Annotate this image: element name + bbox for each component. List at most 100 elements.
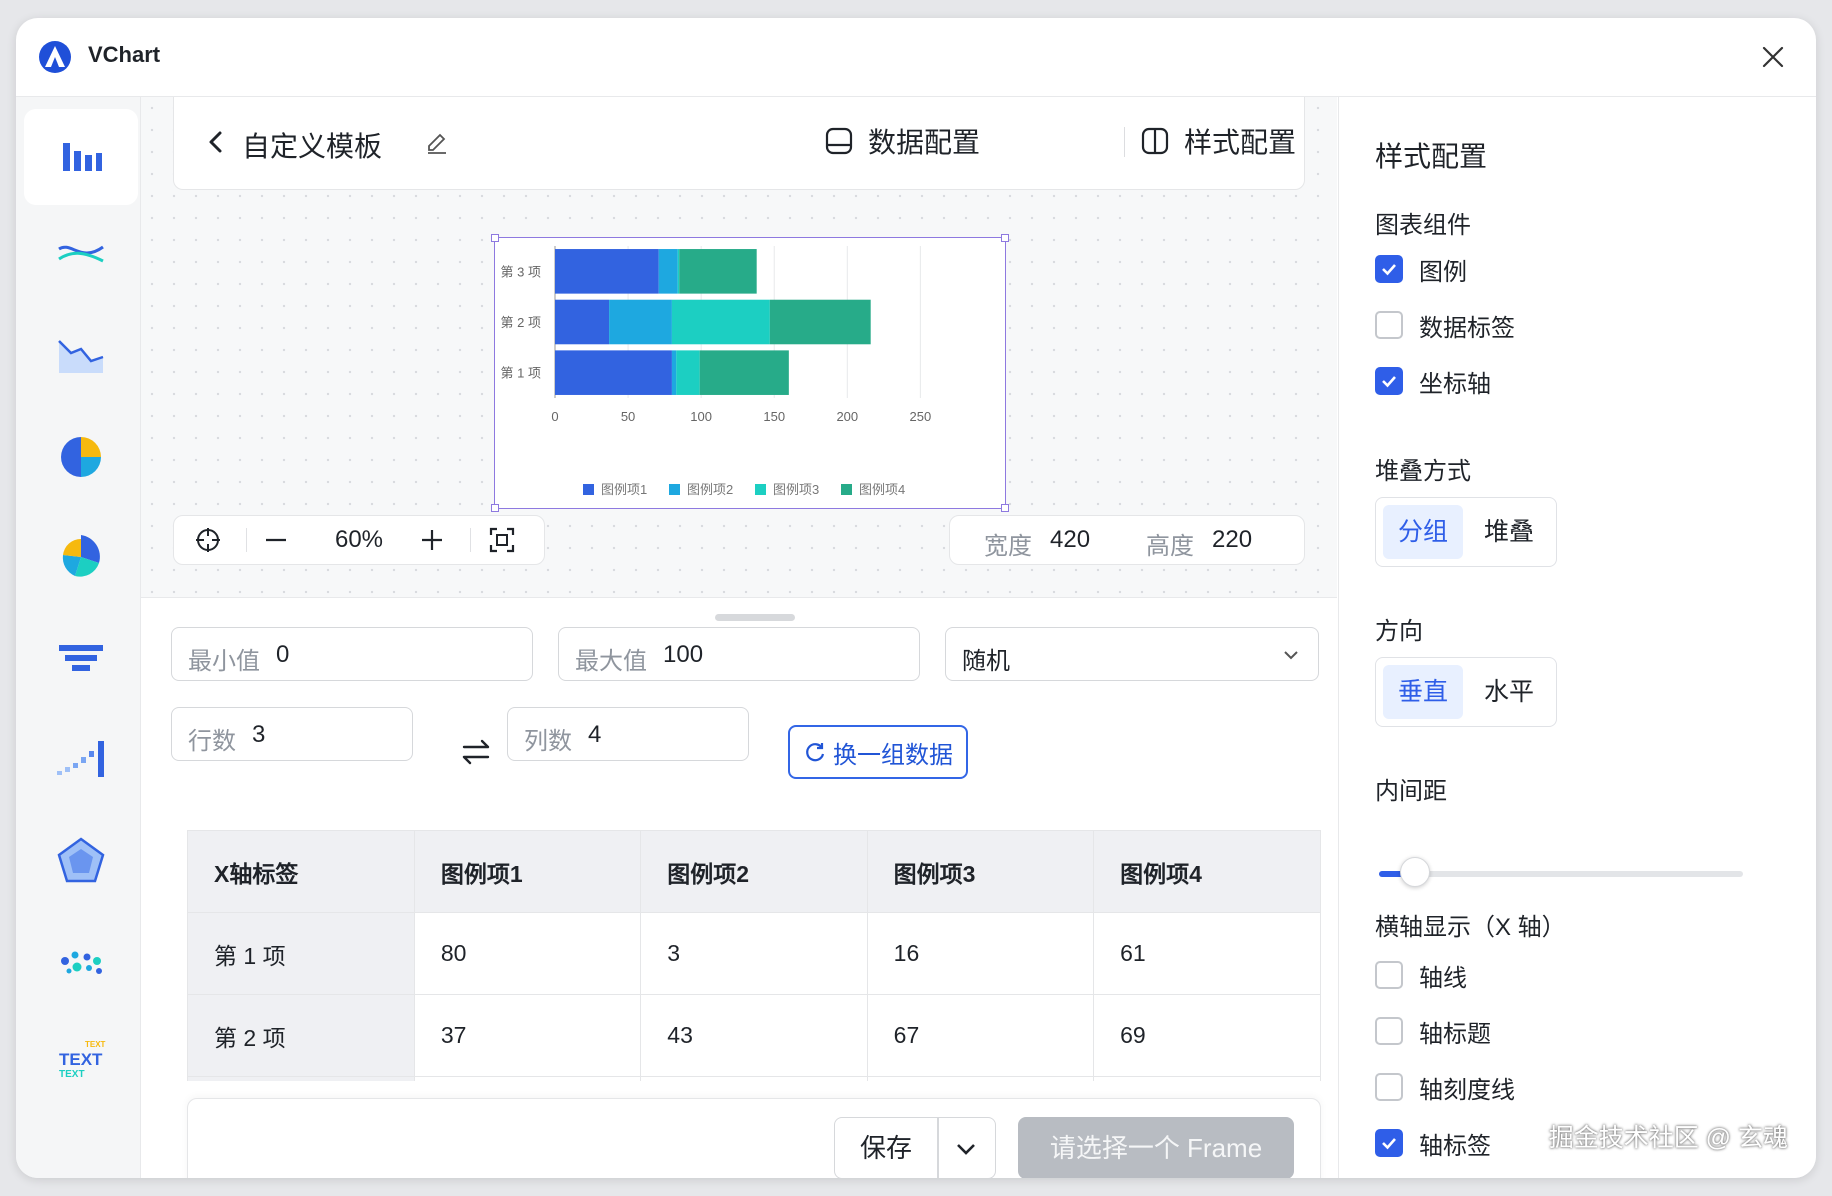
- zoom-out-icon[interactable]: [260, 524, 292, 556]
- sidebar-item-line-chart[interactable]: [24, 207, 138, 303]
- zoom-toolbar: 60%: [173, 515, 545, 565]
- rows-input[interactable]: 行数 3: [171, 707, 413, 761]
- swap-rows-cols-icon[interactable]: [458, 734, 494, 770]
- refresh-data-button[interactable]: 换一组数据: [788, 725, 968, 779]
- stack-option-group[interactable]: 分组: [1383, 505, 1463, 559]
- axis-label-checkbox[interactable]: 轴标签: [1375, 1127, 1491, 1160]
- components-section-title: 图表组件: [1375, 212, 1471, 239]
- bar-segment: [679, 249, 757, 294]
- table-cell[interactable]: 61: [1093, 912, 1320, 995]
- chart-type-sidebar: TEXT TEXT TEXT: [16, 97, 141, 1178]
- table-cell[interactable]: [414, 1076, 642, 1081]
- bar-segment: [677, 249, 680, 294]
- rows-label: 行数: [188, 728, 236, 755]
- save-button[interactable]: 保存: [835, 1118, 937, 1178]
- axis-checkbox[interactable]: 坐标轴: [1375, 365, 1491, 398]
- table-cell[interactable]: [640, 1076, 868, 1081]
- table-cell[interactable]: 80: [414, 912, 642, 995]
- legend-swatch: [755, 484, 766, 495]
- chart-preview-frame[interactable]: 0 50 100 150 200 250 第 1 项 第 2 项 第 3 项图例项1 图例项2 图例…: [491, 234, 1009, 512]
- table-cell[interactable]: [1093, 1076, 1320, 1081]
- style-config-panel: 样式配置 图表组件 图例 数据标签 坐标轴 堆叠方式 分组 堆叠 方向 垂直 水…: [1338, 97, 1816, 1178]
- table-cell[interactable]: [188, 1076, 415, 1081]
- sidebar-item-wordcloud[interactable]: TEXT TEXT TEXT: [24, 1013, 138, 1109]
- close-icon[interactable]: [1756, 40, 1790, 74]
- pie-chart-icon: [61, 437, 101, 477]
- radar-chart-icon: [57, 837, 105, 883]
- cols-input[interactable]: 列数 4: [507, 707, 749, 761]
- style-config-icon: [1141, 127, 1169, 155]
- sidebar-item-bar-chart[interactable]: [24, 109, 138, 205]
- sidebar-item-rose-chart[interactable]: [24, 509, 138, 605]
- zoom-level: 60%: [334, 526, 384, 553]
- zoom-in-icon[interactable]: [416, 524, 448, 556]
- legend-checkbox[interactable]: 图例: [1375, 253, 1467, 286]
- sidebar-item-pie-chart[interactable]: [24, 409, 138, 505]
- bar-segment: [671, 299, 770, 345]
- table-cell[interactable]: 3: [640, 912, 868, 995]
- axis-line-checkbox[interactable]: 轴线: [1375, 959, 1467, 992]
- back-chevron-icon[interactable]: [204, 127, 228, 157]
- legend-swatch: [669, 484, 680, 495]
- funnel-chart-icon: [59, 645, 103, 671]
- table-cell[interactable]: [867, 1076, 1095, 1081]
- checkbox-label: 轴标题: [1419, 1020, 1491, 1048]
- table-cell[interactable]: 69: [1093, 994, 1320, 1077]
- data-config-icon: [825, 127, 853, 155]
- fit-screen-icon[interactable]: [486, 524, 518, 556]
- progress-chart-icon: [57, 741, 104, 777]
- wordcloud-icon: TEXT TEXT TEXT: [59, 1040, 106, 1080]
- width-value[interactable]: 420: [1050, 526, 1090, 554]
- padding-slider[interactable]: [1379, 857, 1743, 887]
- sidebar-item-progress-chart[interactable]: [24, 711, 138, 807]
- sidebar-item-area-chart[interactable]: [24, 307, 138, 403]
- direction-option-vertical[interactable]: 垂直: [1383, 665, 1463, 719]
- direction-option-horizontal[interactable]: 水平: [1469, 665, 1549, 719]
- bar-segment: [555, 299, 610, 345]
- cols-value: 4: [588, 721, 602, 748]
- checkbox-checked-icon: [1375, 367, 1403, 395]
- footer-actions: 保存 请选择一个 Frame: [187, 1098, 1321, 1178]
- data-config-button[interactable]: 数据配置: [824, 121, 980, 161]
- locate-icon[interactable]: [192, 524, 224, 556]
- stack-option-stack[interactable]: 堆叠: [1469, 505, 1549, 559]
- x-tick-label: 150: [763, 409, 785, 424]
- x-tick-label: 200: [836, 409, 858, 424]
- table-cell[interactable]: 第 2 项: [188, 994, 415, 1077]
- max-label: 最大值: [575, 648, 647, 675]
- min-value-input[interactable]: 最小值 0: [171, 627, 533, 681]
- style-config-button[interactable]: 样式配置: [1140, 121, 1296, 161]
- table-cell[interactable]: 16: [867, 912, 1095, 995]
- checkbox-checked-icon: [1375, 255, 1403, 283]
- min-label: 最小值: [188, 648, 260, 675]
- preview-canvas: 自定义模板 数据配置 样式配置 0 50 100 150 200 250 第 1…: [141, 97, 1337, 598]
- edit-pencil-icon[interactable]: [424, 129, 450, 155]
- stack-mode-toggle: 分组 堆叠: [1375, 497, 1557, 567]
- y-tick-label: 第 2 项: [501, 315, 541, 330]
- max-value-input[interactable]: 最大值 100: [558, 627, 920, 681]
- sidebar-item-scatter-chart[interactable]: [24, 913, 138, 1009]
- save-menu-chevron-icon[interactable]: [951, 1134, 981, 1164]
- table-cell[interactable]: 67: [867, 994, 1095, 1077]
- app-window: VChart TEXT TEXT TEXT 自定义模板 数据配置 样式配置 0 …: [16, 18, 1816, 1178]
- table-cell[interactable]: 43: [640, 994, 868, 1077]
- select-frame-button[interactable]: 请选择一个 Frame: [1018, 1117, 1294, 1178]
- axis-tick-checkbox[interactable]: 轴刻度线: [1375, 1071, 1515, 1104]
- panel-resize-handle[interactable]: [715, 614, 795, 621]
- padding-slider-thumb[interactable]: [1400, 857, 1431, 887]
- stacked-bar-chart: 0 50 100 150 200 250 第 1 项 第 2 项 第 3 项图例项1 图例项2 图例…: [501, 246, 931, 497]
- y-tick-label: 第 1 项: [501, 366, 541, 381]
- table-cell[interactable]: 37: [414, 994, 642, 1077]
- y-tick-label: 第 3 项: [501, 264, 541, 279]
- checkbox-label: 图例: [1419, 258, 1467, 286]
- axis-title-checkbox[interactable]: 轴标题: [1375, 1015, 1491, 1048]
- data-label-checkbox[interactable]: 数据标签: [1375, 309, 1515, 342]
- generate-mode-select[interactable]: 随机: [945, 627, 1319, 681]
- table-cell[interactable]: 第 1 项: [188, 912, 415, 995]
- sidebar-item-radar-chart[interactable]: [24, 813, 138, 909]
- height-value[interactable]: 220: [1212, 526, 1252, 554]
- refresh-label: 换一组数据: [833, 741, 953, 769]
- save-separator: [937, 1118, 939, 1178]
- sidebar-item-funnel-chart[interactable]: [24, 611, 138, 707]
- checkbox-label: 数据标签: [1419, 314, 1515, 342]
